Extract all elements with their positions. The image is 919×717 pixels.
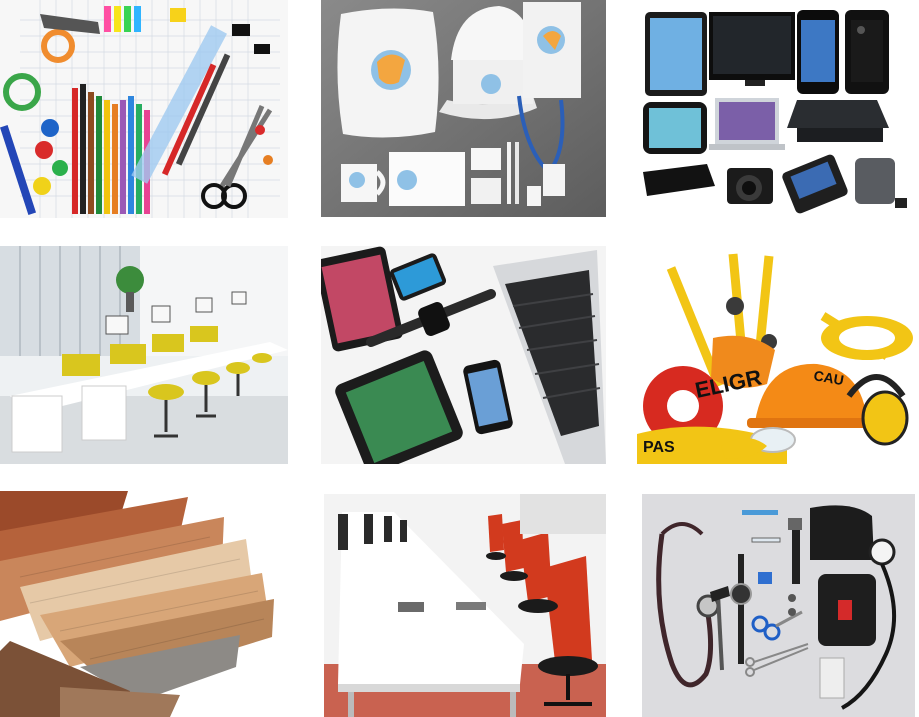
tile-medical-instruments <box>642 494 915 717</box>
office-chairs-illustration <box>324 494 606 717</box>
laminate-illustration <box>0 491 288 717</box>
devices-illustration <box>321 246 606 464</box>
tile-consumer-electronics <box>637 0 915 217</box>
tile-safety-equipment: ELIGR PAS CAU <box>637 246 915 464</box>
tile-office-workstations <box>0 246 288 464</box>
workstation-illustration <box>0 246 288 464</box>
tile-office-stationery <box>0 0 288 218</box>
electronics-illustration <box>637 0 915 217</box>
tile-open-office-chairs <box>324 494 606 717</box>
tile-branded-merchandise <box>321 0 606 217</box>
caution-tape-text-2: PAS <box>643 439 675 456</box>
tile-apple-devices <box>321 246 606 464</box>
safety-illustration: ELIGR PAS CAU <box>637 246 915 464</box>
stationery-illustration <box>0 0 288 218</box>
tile-wood-laminate-samples <box>0 491 288 717</box>
merchandise-illustration <box>321 0 606 217</box>
medical-illustration <box>642 494 915 717</box>
